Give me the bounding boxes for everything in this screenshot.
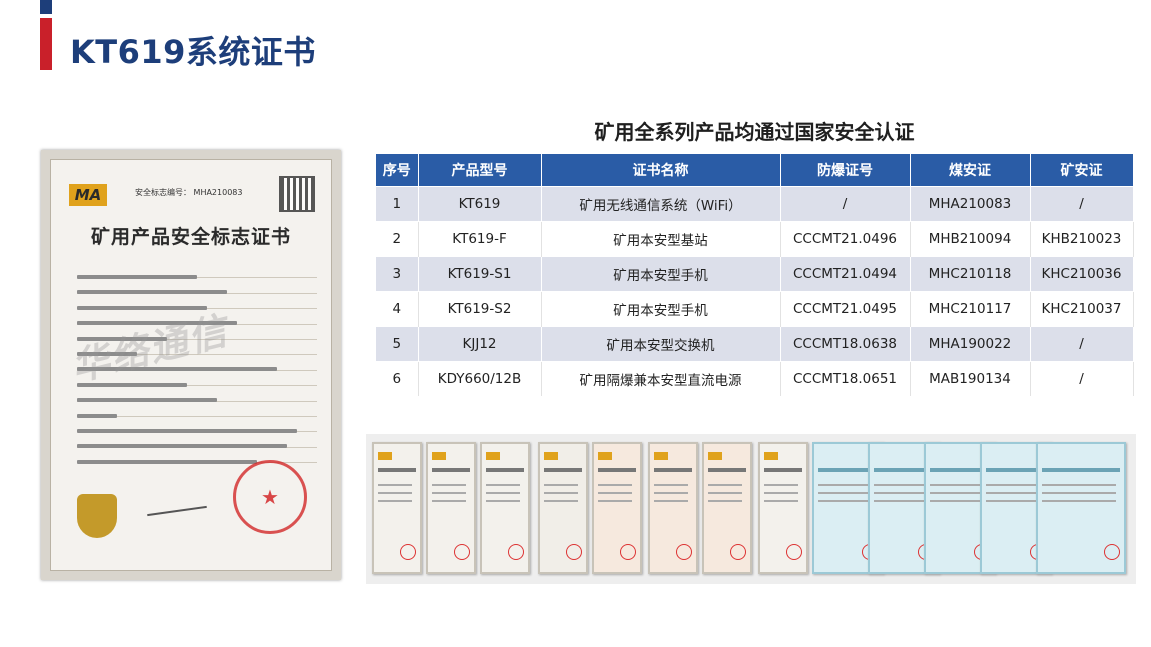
certificate-thumbnail xyxy=(538,442,588,574)
column-header: 煤安证 xyxy=(910,154,1031,187)
signature xyxy=(147,505,207,517)
table-cell: CCCMT21.0494 xyxy=(780,256,911,292)
certificate-thumbnail xyxy=(372,442,422,574)
table-cell: / xyxy=(1030,361,1134,396)
table-cell: 矿用无线通信系统（WiFi） xyxy=(541,186,781,222)
table-cell: MHA210083 xyxy=(910,186,1031,222)
cmac-badge-icon xyxy=(77,494,117,538)
certificate-line xyxy=(77,403,317,418)
column-header: 序号 xyxy=(376,154,419,187)
table-cell: KHC210036 xyxy=(1030,256,1134,292)
certificate-thumbnail xyxy=(592,442,642,574)
column-header: 证书名称 xyxy=(541,154,781,187)
certificate-line xyxy=(77,418,317,433)
table-cell: KT619 xyxy=(418,186,542,222)
table-cell: 矿用本安型手机 xyxy=(541,256,781,292)
table-cell: KT619-F xyxy=(418,221,542,257)
table-cell: MAB190134 xyxy=(910,361,1031,396)
table-row: 2 KT619-F 矿用本安型基站 CCCMT21.0496 MHB210094… xyxy=(376,221,1134,257)
certificate-thumbnail xyxy=(480,442,530,574)
table-cell: 3 xyxy=(376,256,419,292)
table-cell: 5 xyxy=(376,326,419,362)
certificate-title: 矿用产品安全标志证书 xyxy=(90,226,291,248)
table-cell: MHA190022 xyxy=(910,326,1031,362)
certificate-thumbnail xyxy=(426,442,476,574)
page-title: KT619系统证书 xyxy=(70,33,316,71)
table-cell: 矿用本安型基站 xyxy=(541,221,781,257)
column-header: 产品型号 xyxy=(418,154,542,187)
table-row: 5 KJJ12 矿用本安型交换机 CCCMT18.0638 MHA190022 … xyxy=(376,326,1134,362)
column-header: 防爆证号 xyxy=(780,154,911,187)
certificate-table: 序号 产品型号 证书名称 防爆证号 煤安证 矿安证 1 KT619 矿用无线通信… xyxy=(376,154,1134,396)
section-heading: 矿用全系列产品均通过国家安全认证 xyxy=(594,120,915,144)
certificate-thumbnail xyxy=(758,442,808,574)
certificate-line xyxy=(77,387,317,403)
certificate-thumbnail xyxy=(1036,442,1126,574)
table-cell: CCCMT18.0638 xyxy=(780,326,911,362)
table-cell: MHB210094 xyxy=(910,221,1031,257)
certificate-thumbnails xyxy=(366,434,1136,584)
table-row: 1 KT619 矿用无线通信系统（WiFi） / MHA210083 / xyxy=(376,186,1134,222)
table-cell: 1 xyxy=(376,186,419,222)
table-cell: CCCMT21.0495 xyxy=(780,291,911,327)
table-cell: MHC210118 xyxy=(910,256,1031,292)
table-cell: KHB210023 xyxy=(1030,221,1134,257)
title-accent-top xyxy=(40,0,52,14)
table-cell: 矿用隔爆兼本安型直流电源 xyxy=(541,361,781,396)
table-cell: 2 xyxy=(376,221,419,257)
table-cell: / xyxy=(1030,186,1134,222)
certificate-line xyxy=(77,264,317,279)
table-cell: / xyxy=(1030,326,1134,362)
certificate-line xyxy=(77,279,317,295)
table-cell: KJJ12 xyxy=(418,326,542,362)
ma-logo: MA xyxy=(69,184,107,206)
qr-code-icon xyxy=(279,176,315,212)
table-cell: 6 xyxy=(376,361,419,396)
title-accent-bar xyxy=(40,18,52,70)
certificate-image: MA 安全标志编号： MHA210083 矿用产品安全标志证书 华络通信 xyxy=(41,150,341,580)
table-header-row: 序号 产品型号 证书名称 防爆证号 煤安证 矿安证 xyxy=(376,154,1134,187)
table-cell: / xyxy=(780,186,911,222)
table-cell: CCCMT21.0496 xyxy=(780,221,911,257)
table-cell: KDY660/12B xyxy=(418,361,542,396)
table-row: 6 KDY660/12B 矿用隔爆兼本安型直流电源 CCCMT18.0651 M… xyxy=(376,361,1134,396)
table-row: 4 KT619-S2 矿用本安型手机 CCCMT21.0495 MHC21011… xyxy=(376,291,1134,327)
table-cell: 矿用本安型交换机 xyxy=(541,326,781,362)
table-cell: KHC210037 xyxy=(1030,291,1134,327)
certificate-thumbnail xyxy=(702,442,752,574)
table-cell: 矿用本安型手机 xyxy=(541,291,781,327)
table-cell: KT619-S2 xyxy=(418,291,542,327)
column-header: 矿安证 xyxy=(1030,154,1134,187)
table-cell: CCCMT18.0651 xyxy=(780,361,911,396)
certificate-number: 安全标志编号： MHA210083 xyxy=(135,188,243,197)
table-cell: 4 xyxy=(376,291,419,327)
table-row: 3 KT619-S1 矿用本安型手机 CCCMT21.0494 MHC21011… xyxy=(376,256,1134,292)
table-cell: KT619-S1 xyxy=(418,256,542,292)
certificate-frame: MA 安全标志编号： MHA210083 矿用产品安全标志证书 华络通信 xyxy=(50,159,332,571)
certificate-thumbnail xyxy=(648,442,698,574)
certificate-line xyxy=(77,433,317,449)
red-seal-icon xyxy=(233,460,307,534)
table-cell: MHC210117 xyxy=(910,291,1031,327)
